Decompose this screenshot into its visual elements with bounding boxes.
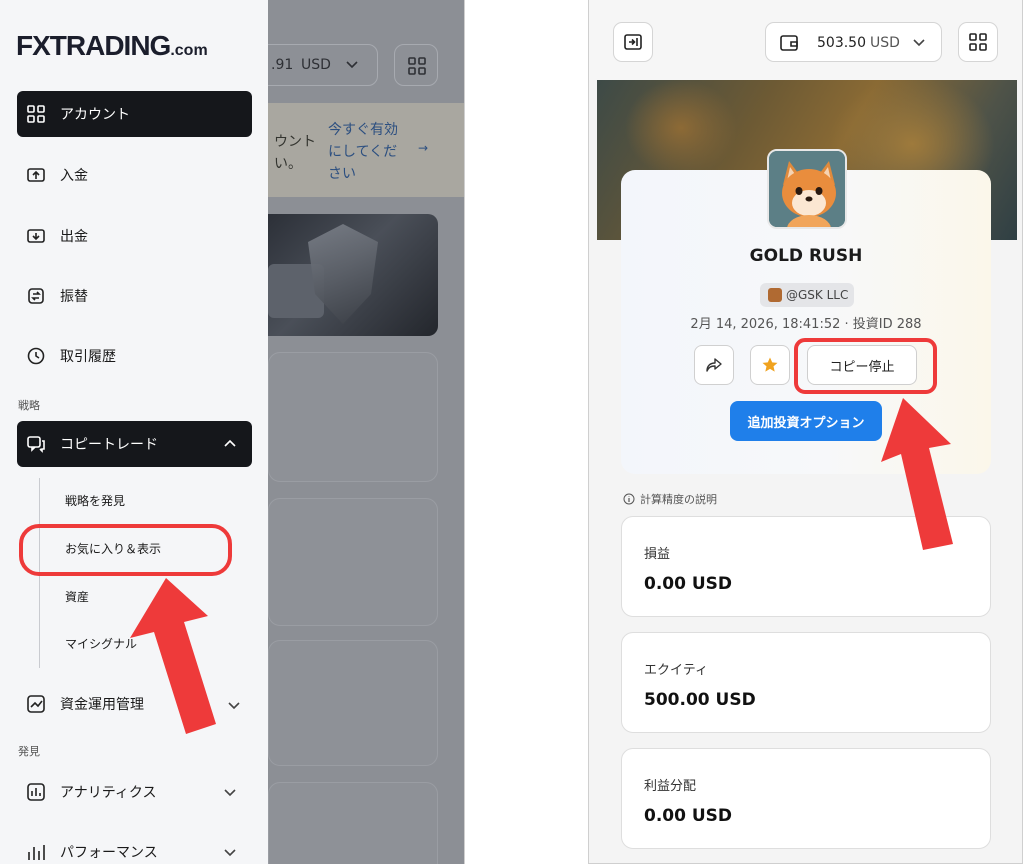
sidebar-item-label: 出金 xyxy=(60,229,88,245)
stat-card-profit-share: 利益分配 0.00 USD xyxy=(621,748,991,849)
wallet-balance-selector[interactable]: 503.50 USD xyxy=(765,22,942,62)
sidebar-item-label: パフォーマンス xyxy=(60,845,158,861)
grid-icon xyxy=(969,33,987,51)
share-button[interactable] xyxy=(694,345,734,385)
info-icon xyxy=(623,493,635,505)
stat-label: 利益分配 xyxy=(644,779,697,794)
history-icon xyxy=(26,346,46,366)
section-label-strategy: 戦略 xyxy=(18,399,40,412)
stat-label: 損益 xyxy=(644,547,671,562)
stat-label: エクイティ xyxy=(644,663,708,678)
share-icon xyxy=(706,358,722,372)
chevron-down-icon xyxy=(346,61,358,69)
provider-avatar-icon xyxy=(768,288,782,302)
star-icon xyxy=(762,357,778,372)
bar-chart-icon xyxy=(26,782,46,802)
submenu-item-my-signals[interactable]: マイシグナル xyxy=(65,635,137,652)
sidebar-item-analytics[interactable]: アナリティクス xyxy=(17,769,252,815)
investment-meta: 2月 14, 2026, 18:41:52 · 投資ID 288 xyxy=(690,317,922,332)
top-bar: 503.50 USD xyxy=(589,0,1022,80)
dimmed-background-page: .91 USD ウント い。 今すぐ有効にしてください → xyxy=(268,0,464,864)
balance-box-dimmed: .91 USD xyxy=(268,44,378,86)
wallet-currency: USD xyxy=(870,35,900,51)
trend-icon xyxy=(26,694,46,714)
add-investment-button[interactable]: 追加投資オプション xyxy=(730,401,882,441)
stat-value: 0.00 USD xyxy=(644,574,733,594)
sidebar-item-transfer[interactable]: 振替 xyxy=(17,273,252,319)
bg-card xyxy=(268,352,438,482)
sidebar-item-copytrade[interactable]: コピートレード xyxy=(17,421,252,467)
notice-link: 今すぐ有効にしてください xyxy=(328,122,398,182)
chevron-down-icon xyxy=(913,39,925,47)
chevron-down-icon xyxy=(224,789,236,797)
sidebar-item-performance[interactable]: パフォーマンス xyxy=(17,829,252,864)
calc-note-text: 計算精度の説明 xyxy=(640,493,717,506)
deposit-icon xyxy=(26,165,46,185)
provider-handle-badge[interactable]: @GSK LLC xyxy=(760,283,854,307)
notice-arrow: → xyxy=(418,141,429,155)
chat-icon xyxy=(26,434,46,454)
wallet-amount: 503.50 xyxy=(817,35,866,51)
highlight-rect-copy-stop xyxy=(794,338,937,394)
favorite-button[interactable] xyxy=(750,345,790,385)
chevron-up-icon xyxy=(224,439,236,447)
sidebar-item-label: アナリティクス xyxy=(60,785,157,801)
chevron-down-icon xyxy=(224,849,236,857)
stat-card-equity: エクイティ 500.00 USD xyxy=(621,632,991,733)
bg-card xyxy=(268,498,438,626)
sidebar-item-withdraw[interactable]: 出金 xyxy=(17,213,252,259)
collapse-sidebar-button[interactable] xyxy=(613,22,653,62)
provider-handle: @GSK LLC xyxy=(786,288,849,302)
sidebar-item-label: 振替 xyxy=(60,289,88,305)
bg-card xyxy=(268,782,438,864)
highlight-oval-favorites xyxy=(19,524,232,576)
red-arrow-annotation xyxy=(130,578,216,734)
red-arrow-annotation xyxy=(881,398,953,550)
stat-value: 0.00 USD xyxy=(644,806,733,826)
submenu-item-assets[interactable]: 資産 xyxy=(65,588,89,605)
grid-button-dimmed xyxy=(394,44,438,86)
sidebar-item-history[interactable]: 取引履歴 xyxy=(17,333,252,379)
notice-text: ウント い。 xyxy=(274,134,316,172)
sidebar-item-account[interactable]: アカウント xyxy=(17,91,252,137)
calc-precision-note[interactable]: 計算精度の説明 xyxy=(623,491,717,507)
brand-logo: FXTRADING.com xyxy=(16,30,208,61)
sidebar-item-deposit[interactable]: 入金 xyxy=(17,152,252,198)
transfer-icon xyxy=(26,286,46,306)
activation-notice-dimmed: ウント い。 今すぐ有効にしてください → xyxy=(268,103,464,197)
grid-icon xyxy=(26,104,46,124)
apps-grid-button[interactable] xyxy=(958,22,998,62)
balance-currency: USD xyxy=(301,57,331,73)
wallet-icon xyxy=(780,35,798,51)
strategy-name: GOLD RUSH xyxy=(749,246,863,266)
sidebar-item-label: コピートレード xyxy=(60,437,158,453)
stat-value: 500.00 USD xyxy=(644,690,756,710)
sidebar-item-label: 入金 xyxy=(60,168,88,184)
submenu-item-discover[interactable]: 戦略を発見 xyxy=(65,492,125,509)
sidebar-item-label: 取引履歴 xyxy=(60,349,116,365)
security-banner-image xyxy=(268,214,438,336)
performance-icon xyxy=(26,842,46,862)
balance-fragment: .91 xyxy=(271,57,294,73)
right-screenshot-panel: 503.50 USD GOLD RUSH @GSK LLC 2月 14, 202 xyxy=(588,0,1023,864)
left-screenshot-panel: .91 USD ウント い。 今すぐ有効にしてください → FXTRADING.… xyxy=(0,0,465,864)
sidebar-item-label: アカウント xyxy=(60,107,130,123)
sidebar-toggle-icon xyxy=(624,34,642,50)
grid-icon xyxy=(408,57,426,75)
avatar xyxy=(767,149,847,229)
withdraw-icon xyxy=(26,226,46,246)
bg-card xyxy=(268,640,438,766)
section-label-discover: 発見 xyxy=(18,745,40,758)
shiba-dog-avatar-icon xyxy=(769,151,845,227)
